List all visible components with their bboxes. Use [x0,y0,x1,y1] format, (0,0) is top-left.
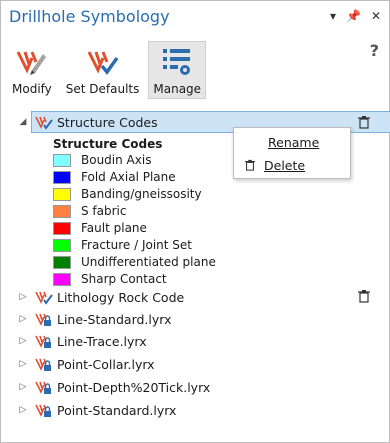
color-swatch [53,238,71,252]
tree-row-point-depth-tick[interactable]: ▷ Point-Depth%20Tick.lyrx [17,376,211,398]
color-swatch [53,153,71,167]
rename-label: Rename [268,134,320,150]
locked-symbology-icon [35,404,51,417]
help-button[interactable]: ? [370,41,379,60]
set-defaults-button[interactable]: Set Defaults [61,41,145,99]
expand-icon[interactable]: ▷ [17,314,29,324]
symbology-icon [35,116,53,130]
collapse-icon[interactable]: ◢ [17,117,29,127]
tree-row-structure-codes[interactable]: ◢ Structure Codes [17,111,390,133]
expand-icon[interactable]: ▷ [17,292,29,302]
tree-label: Line-Trace.lyrx [57,333,147,349]
tree-label: Point-Depth%20Tick.lyrx [57,379,211,395]
trash-icon [244,159,256,171]
legend-item: Boudin Axis [53,152,151,168]
legend-item: Fault plane [53,220,147,236]
color-swatch [53,255,71,269]
modify-icon [16,51,46,75]
locked-symbology-icon [35,335,51,348]
color-swatch [53,204,71,218]
tree-label: Point-Standard.lyrx [57,402,177,418]
set-defaults-label: Set Defaults [65,82,140,96]
tree-row-line-trace[interactable]: ▷ Line-Trace.lyrx [17,330,147,352]
dropdown-icon[interactable]: ▾ [330,9,336,23]
title-buttons: ▾ 📌 ✕ [330,9,381,23]
color-swatch [53,170,71,184]
legend-item: Undifferentiated plane [53,254,216,270]
legend-item: Banding/gneissosity [53,186,202,202]
expand-icon[interactable]: ▷ [17,405,29,415]
close-icon[interactable]: ✕ [371,9,381,23]
context-menu: Rename Delete [233,127,351,179]
modify-label: Modify [12,82,52,96]
symbology-icon [35,291,53,305]
tree-row-lithology-rock-code[interactable]: ▷ Lithology Rock Code [17,286,184,308]
manage-label: Manage [153,82,202,96]
color-swatch [53,272,71,286]
delete-icon[interactable] [357,289,371,303]
color-swatch [53,187,71,201]
expand-icon[interactable]: ▷ [17,382,29,392]
legend-item: S fabric [53,203,127,219]
tree-row-point-standard[interactable]: ▷ Point-Standard.lyrx [17,399,177,421]
manage-icon [163,49,191,75]
delete-icon[interactable] [357,115,371,129]
locked-symbology-icon [35,313,51,326]
color-swatch [53,221,71,235]
legend-item: Sharp Contact [53,271,167,287]
expand-icon[interactable]: ▷ [17,336,29,346]
toolbar: Modify Set Defaults Manage [7,41,207,99]
rename-menu-item[interactable]: Rename [234,131,350,153]
delete-label: Delete [264,157,306,173]
delete-menu-item[interactable]: Delete [234,154,350,176]
tree-label: Point-Collar.lyrx [57,356,155,372]
pane-title: Drillhole Symbology [9,7,170,26]
tree-row-point-collar[interactable]: ▷ Point-Collar.lyrx [17,353,155,375]
expand-icon[interactable]: ▷ [17,359,29,369]
locked-symbology-icon [35,358,51,371]
manage-button[interactable]: Manage [148,41,207,99]
legend-item: Fracture / Joint Set [53,237,192,253]
modify-button[interactable]: Modify [7,41,57,99]
legend-item: Fold Axial Plane [53,169,176,185]
tree-label: Line-Standard.lyrx [57,311,172,327]
drillhole-symbology-pane: Drillhole Symbology ▾ 📌 ✕ ? Modify Set D… [0,0,390,443]
tree-row-line-standard[interactable]: ▷ Line-Standard.lyrx [17,308,172,330]
tree-label: Lithology Rock Code [57,289,185,305]
pin-icon[interactable]: 📌 [346,9,361,23]
locked-symbology-icon [35,381,51,394]
legend-title: Structure Codes [53,137,163,151]
tree-label: Structure Codes [57,114,158,130]
set-defaults-icon [87,51,119,75]
